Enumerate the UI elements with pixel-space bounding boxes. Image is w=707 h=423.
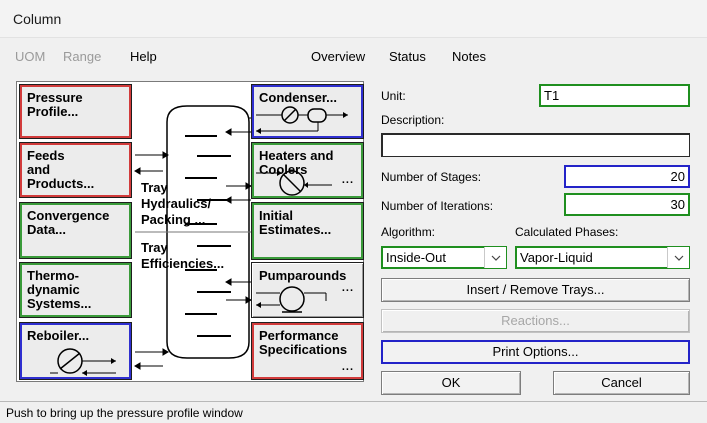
more-marker: ... — [341, 174, 354, 186]
window-title: Column — [13, 11, 62, 27]
thermodynamic-systems-tile[interactable]: Thermo- dynamic Systems... — [19, 262, 132, 318]
chevron-down-icon[interactable] — [667, 247, 689, 268]
menu-uom[interactable]: UOM — [15, 49, 45, 64]
feeds-products-tile[interactable]: Feeds and Products... — [19, 142, 132, 198]
stages-field[interactable]: 20 — [564, 165, 690, 188]
pressure-profile-label: Pressure Profile... — [27, 90, 83, 119]
chevron-down-icon[interactable] — [484, 247, 506, 268]
algorithm-value: Inside-Out — [386, 250, 446, 265]
cancel-button[interactable]: Cancel — [553, 371, 690, 395]
heaters-coolers-tile[interactable]: Heaters and Coolers ... — [251, 142, 364, 199]
phases-select[interactable]: Vapor-Liquid — [515, 246, 690, 269]
iterations-label: Number of Iterations: — [381, 199, 494, 213]
performance-specifications-tile[interactable]: Performance Specifications ... — [251, 322, 364, 380]
menu-bar: UOM Range Help Overview Status Notes — [0, 38, 707, 74]
title-bar: Column — [0, 0, 707, 38]
pump-icon — [256, 286, 327, 313]
iterations-field[interactable]: 30 — [564, 193, 690, 216]
column-diagram: Pressure Profile... Feeds and Products..… — [16, 81, 364, 382]
unit-label: Unit: — [381, 89, 406, 103]
algorithm-label: Algorithm: — [381, 225, 436, 239]
menu-overview[interactable]: Overview — [311, 49, 365, 64]
menu-help[interactable]: Help — [130, 49, 157, 64]
reactions-button[interactable]: Reactions... — [381, 309, 690, 333]
phases-label: Calculated Phases: — [515, 225, 619, 239]
algorithm-select[interactable]: Inside-Out — [381, 246, 507, 269]
reboiler-icon — [50, 348, 116, 376]
unit-field[interactable]: T1 — [539, 84, 690, 107]
tray-efficiencies-label[interactable]: Tray Efficiencies... — [141, 240, 224, 272]
description-label: Description: — [381, 113, 445, 127]
more-marker: ... — [341, 361, 354, 373]
pumparounds-tile[interactable]: Pumparounds ... — [251, 262, 364, 318]
performance-specifications-label: Performance Specifications — [259, 328, 348, 357]
condenser-icon — [256, 106, 348, 134]
insert-remove-trays-button[interactable]: Insert / Remove Trays... — [381, 278, 690, 302]
phases-value: Vapor-Liquid — [520, 250, 593, 265]
initial-estimates-tile[interactable]: Initial Estimates... — [251, 202, 364, 260]
convergence-data-label: Convergence Data... — [27, 208, 110, 237]
status-message: Push to bring up the pressure profile wi… — [6, 406, 243, 420]
reboiler-tile[interactable]: Reboiler... — [19, 322, 132, 380]
feeds-products-label: Feeds and Products... — [27, 148, 95, 191]
description-field[interactable] — [381, 133, 690, 157]
thermodynamic-systems-label: Thermo- dynamic Systems... — [27, 268, 92, 311]
status-bar: Push to bring up the pressure profile wi… — [0, 401, 707, 423]
print-options-button[interactable]: Print Options... — [381, 340, 690, 364]
tray-hydraulics-label[interactable]: Tray Hydraulics/ Packing ... — [141, 180, 211, 228]
initial-estimates-label: Initial Estimates... — [259, 208, 332, 237]
convergence-data-tile[interactable]: Convergence Data... — [19, 202, 132, 259]
menu-status[interactable]: Status — [389, 49, 426, 64]
condenser-tile[interactable]: Condenser... — [251, 84, 364, 139]
pressure-profile-tile[interactable]: Pressure Profile... — [19, 84, 132, 139]
menu-range[interactable]: Range — [63, 49, 101, 64]
stages-label: Number of Stages: — [381, 170, 482, 184]
menu-notes[interactable]: Notes — [452, 49, 486, 64]
ok-button[interactable]: OK — [381, 371, 521, 395]
heat-exchanger-icon — [256, 170, 332, 196]
